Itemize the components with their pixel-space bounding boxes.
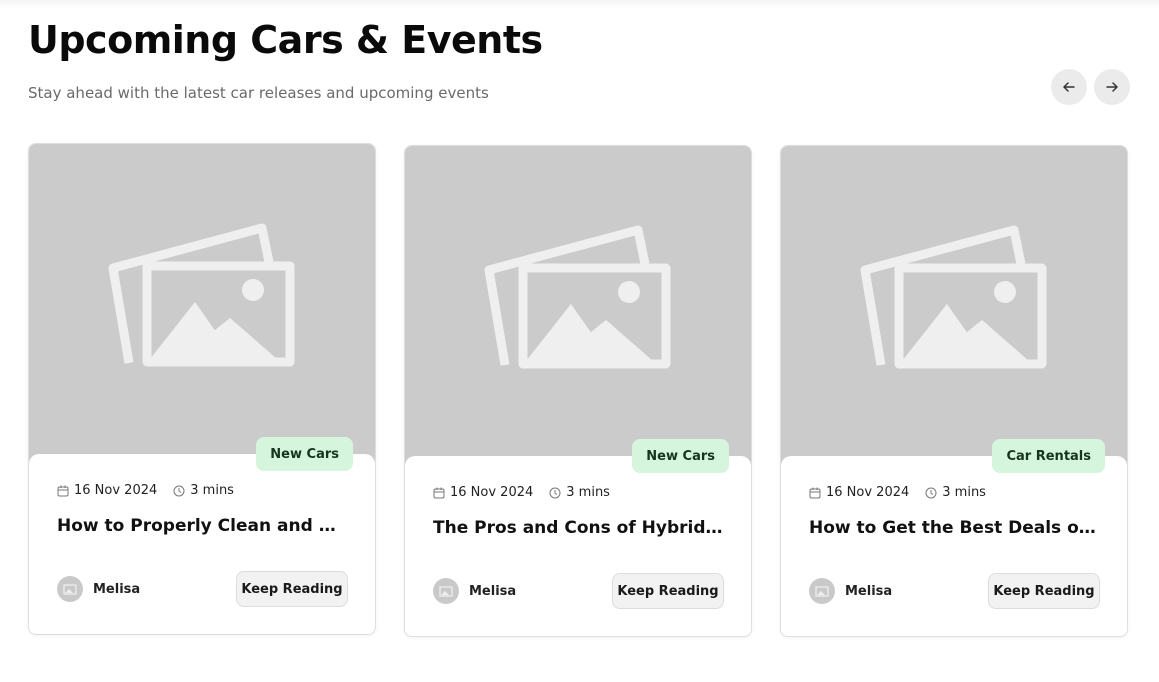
calendar-icon [433, 487, 445, 499]
author-name: Melisa [469, 583, 517, 599]
card-image-placeholder [405, 146, 751, 468]
arrow-left-icon [1063, 82, 1075, 92]
image-placeholder-icon [484, 225, 671, 369]
card-title[interactable]: How to Get the Best Deals on Car Rentals [809, 518, 1101, 538]
keep-reading-button[interactable]: Keep Reading [236, 571, 348, 607]
author: Melisa [433, 578, 516, 604]
author: Melisa [57, 576, 140, 602]
top-divider [0, 0, 1159, 8]
calendar-icon [809, 487, 821, 499]
post-date: 16 Nov 2024 [450, 485, 534, 500]
image-placeholder-icon [439, 585, 453, 597]
read-time: 3 mins [566, 485, 610, 500]
blog-card[interactable]: New Cars 16 Nov 2024 3 mins The Pros and… [404, 145, 752, 637]
arrow-right-icon [1106, 82, 1118, 92]
author-name: Melisa [845, 583, 893, 599]
keep-reading-button[interactable]: Keep Reading [612, 573, 724, 609]
image-placeholder-icon [860, 225, 1047, 369]
carousel-next-button[interactable] [1094, 69, 1130, 105]
post-date: 16 Nov 2024 [826, 485, 910, 500]
read-time: 3 mins [190, 483, 234, 498]
avatar [433, 578, 459, 604]
post-meta: 16 Nov 2024 3 mins [433, 485, 610, 500]
image-placeholder-icon [63, 583, 77, 595]
card-body [781, 456, 1127, 636]
post-meta: 16 Nov 2024 3 mins [809, 485, 986, 500]
card-title[interactable]: The Pros and Cons of Hybrid Vehicles in … [433, 518, 725, 538]
read-time: 3 mins [942, 485, 986, 500]
card-title[interactable]: How to Properly Clean and Detail Your Ca… [57, 516, 349, 536]
clock-icon [925, 487, 937, 499]
blog-card[interactable]: New Cars 16 Nov 2024 3 mins How to Prope… [28, 143, 376, 635]
category-badge[interactable]: New Cars [256, 437, 353, 471]
blog-card[interactable]: Car Rentals 16 Nov 2024 3 mins How to Ge… [780, 145, 1128, 637]
section-subtitle: Stay ahead with the latest car releases … [28, 84, 489, 102]
avatar [57, 576, 83, 602]
card-image-placeholder [29, 144, 375, 466]
card-body [405, 456, 751, 636]
author-name: Melisa [93, 581, 141, 597]
section-title: Upcoming Cars & Events [28, 18, 543, 62]
keep-reading-button[interactable]: Keep Reading [988, 573, 1100, 609]
avatar [809, 578, 835, 604]
category-badge[interactable]: New Cars [632, 439, 729, 473]
image-placeholder-icon [815, 585, 829, 597]
post-meta: 16 Nov 2024 3 mins [57, 483, 234, 498]
author: Melisa [809, 578, 892, 604]
carousel-prev-button[interactable] [1051, 69, 1087, 105]
post-date: 16 Nov 2024 [74, 483, 158, 498]
calendar-icon [57, 485, 69, 497]
category-badge[interactable]: Car Rentals [992, 439, 1105, 473]
card-image-placeholder [781, 146, 1127, 468]
card-body [29, 454, 375, 634]
clock-icon [549, 487, 561, 499]
image-placeholder-icon [108, 223, 295, 367]
clock-icon [173, 485, 185, 497]
